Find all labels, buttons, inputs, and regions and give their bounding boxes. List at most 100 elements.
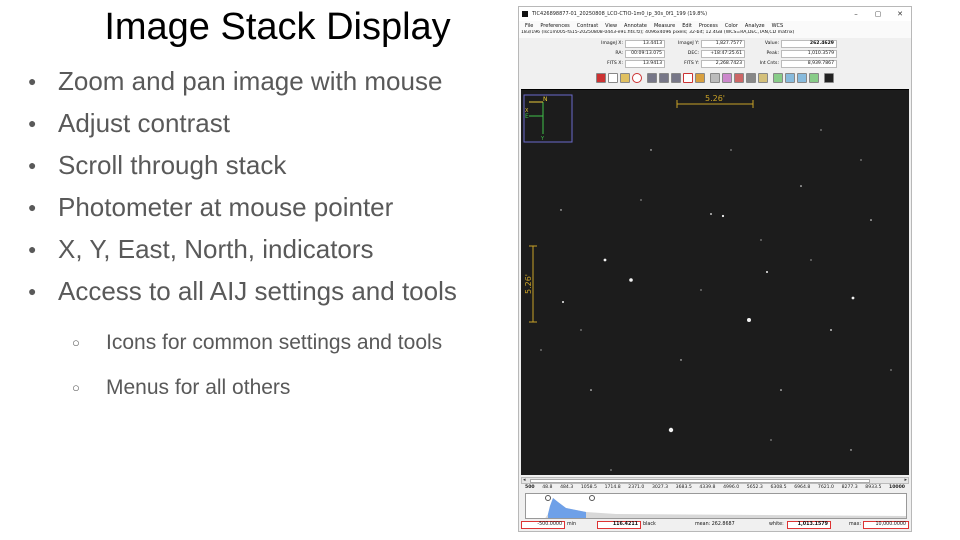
- sub-bullet-text: Menus for all others: [106, 375, 291, 399]
- record-icon[interactable]: [596, 73, 606, 83]
- min-label: min: [567, 522, 577, 527]
- window-title: TIC426898877-01_20250808_LCO-CTIO-1m0_ip…: [532, 11, 708, 17]
- bullet-dot-icon: ●: [28, 283, 37, 299]
- histogram-tick-label: 3683.5: [675, 485, 692, 490]
- aij-image-window: TIC426898877-01_20250808_LCO-CTIO-1m0_ip…: [518, 6, 912, 532]
- star: [668, 427, 674, 433]
- white-level-handle[interactable]: [589, 495, 595, 501]
- value-label: Value:: [764, 41, 779, 46]
- zoom-full-icon[interactable]: [809, 73, 819, 83]
- histogram-plot[interactable]: [526, 494, 907, 519]
- menu-analyze[interactable]: Analyze: [745, 23, 765, 29]
- zoom-mode-icon[interactable]: [671, 73, 681, 83]
- tool-icon-bar: [519, 70, 911, 86]
- aperture-icon[interactable]: [632, 73, 642, 83]
- menu-process[interactable]: Process: [699, 23, 718, 29]
- contrast-histogram[interactable]: [525, 493, 907, 519]
- star: [700, 289, 702, 291]
- min-value-field[interactable]: -500.0000: [521, 521, 565, 529]
- star: [860, 159, 862, 161]
- histogram-tick-label: 8933.5: [865, 485, 882, 490]
- overlay-mode-icon[interactable]: [659, 73, 669, 83]
- close-icon[interactable]: ✕: [889, 10, 911, 18]
- star: [540, 349, 542, 351]
- zoom-out-icon[interactable]: [797, 73, 807, 83]
- menu-preferences[interactable]: Preferences: [540, 23, 569, 29]
- bullet-text: Access to all AIJ settings and tools: [58, 275, 457, 306]
- histogram-tick-label: 8277.3: [841, 485, 858, 490]
- histogram-tick-label: 4339.8: [699, 485, 716, 490]
- settings-icon[interactable]: [734, 73, 744, 83]
- star: [747, 318, 751, 322]
- bullet-dot-icon: ●: [28, 241, 37, 257]
- bullet-text: Photometer at mouse pointer: [58, 191, 394, 222]
- invert-icon[interactable]: [608, 73, 618, 83]
- sub-bullet-list: ○ Icons for common settings and tools ○ Me…: [72, 320, 492, 410]
- star: [760, 239, 762, 241]
- image-canvas[interactable]: N E X Y 5.26' 5.26': [521, 89, 909, 475]
- menu-color[interactable]: Color: [725, 23, 738, 29]
- display-mode-icon[interactable]: [647, 73, 657, 83]
- menu-contrast[interactable]: Contrast: [577, 23, 598, 29]
- star: [766, 271, 768, 273]
- window-titlebar[interactable]: TIC426898877-01_20250808_LCO-CTIO-1m0_ip…: [519, 7, 911, 21]
- target-icon[interactable]: [683, 73, 693, 83]
- histogram-axis: 500 48.8 484.3 1058.5 1714.8 2371.0 3027.3 3683…: [521, 485, 909, 493]
- sub-bullet-text: Icons for common settings and tools: [106, 330, 443, 354]
- star: [640, 199, 642, 201]
- star: [590, 389, 592, 391]
- histogram-tick-label: 4996.0: [723, 485, 740, 490]
- east-label: E: [525, 113, 529, 120]
- star: [560, 209, 562, 211]
- star: [730, 149, 732, 151]
- star: [890, 369, 892, 371]
- vertical-scale-bar-label: 5.26': [524, 274, 533, 294]
- table-icon[interactable]: [758, 73, 768, 83]
- minimize-icon[interactable]: –: [845, 10, 867, 18]
- menu-edit[interactable]: Edit: [682, 23, 692, 29]
- astrometry-icon[interactable]: [710, 73, 720, 83]
- zoom-in-icon[interactable]: [785, 73, 795, 83]
- corner-triangle-icon[interactable]: [824, 73, 834, 83]
- star: [810, 259, 812, 261]
- black-value-field[interactable]: 116.4211: [597, 521, 641, 529]
- contrast-icon[interactable]: [620, 73, 630, 83]
- app-icon: [522, 11, 528, 17]
- star-field-image[interactable]: N E X Y 5.26' 5.26': [521, 90, 909, 475]
- contrast-controls: -500.0000 min 116.4211 black mean: 262.8…: [519, 520, 911, 531]
- bullet-item: ● Adjust contrast: [28, 102, 498, 144]
- histogram-tick-label: 48.8: [542, 485, 553, 490]
- dec-label: DEC:: [687, 51, 699, 56]
- star: [800, 185, 802, 187]
- histogram-tick-label: 6964.8: [794, 485, 811, 490]
- star: [562, 301, 564, 303]
- menu-wcs[interactable]: WCS: [772, 23, 784, 29]
- max-value-field[interactable]: 10,000.0000: [863, 521, 909, 529]
- menu-view[interactable]: View: [605, 23, 617, 29]
- scroll-right-icon[interactable]: ▸: [904, 477, 907, 483]
- scroll-thumb[interactable]: [530, 479, 870, 483]
- bullet-dot-icon: ●: [28, 73, 37, 89]
- color-icon[interactable]: [722, 73, 732, 83]
- menu-file[interactable]: File: [525, 23, 533, 29]
- crosshair-icon[interactable]: [746, 73, 756, 83]
- stack-slice-scrollbar[interactable]: ◂ ▸: [521, 477, 909, 484]
- bullet-list: ● Zoom and pan image with mouse ● Adjust c…: [28, 60, 498, 312]
- menu-measure[interactable]: Measure: [654, 23, 675, 29]
- menu-annotate[interactable]: Annotate: [624, 23, 647, 29]
- star: [603, 258, 607, 262]
- bullet-ring-icon: ○: [72, 335, 80, 350]
- maximize-icon[interactable]: ▢: [867, 10, 889, 18]
- fits-x-label: FITS X:: [607, 61, 623, 66]
- star: [629, 278, 633, 282]
- bullet-dot-icon: ●: [28, 157, 37, 173]
- bullet-item: ● Photometer at mouse pointer: [28, 186, 498, 228]
- scroll-left-icon[interactable]: ◂: [523, 477, 526, 483]
- black-level-handle[interactable]: [545, 495, 551, 501]
- star-icon[interactable]: [695, 73, 705, 83]
- white-value-field[interactable]: 1,013.1579: [787, 521, 831, 529]
- zoom-fit-icon[interactable]: [773, 73, 783, 83]
- histogram-tick-label: 10000: [889, 485, 905, 490]
- star: [820, 129, 822, 131]
- histogram-tick-label: 1058.5: [580, 485, 597, 490]
